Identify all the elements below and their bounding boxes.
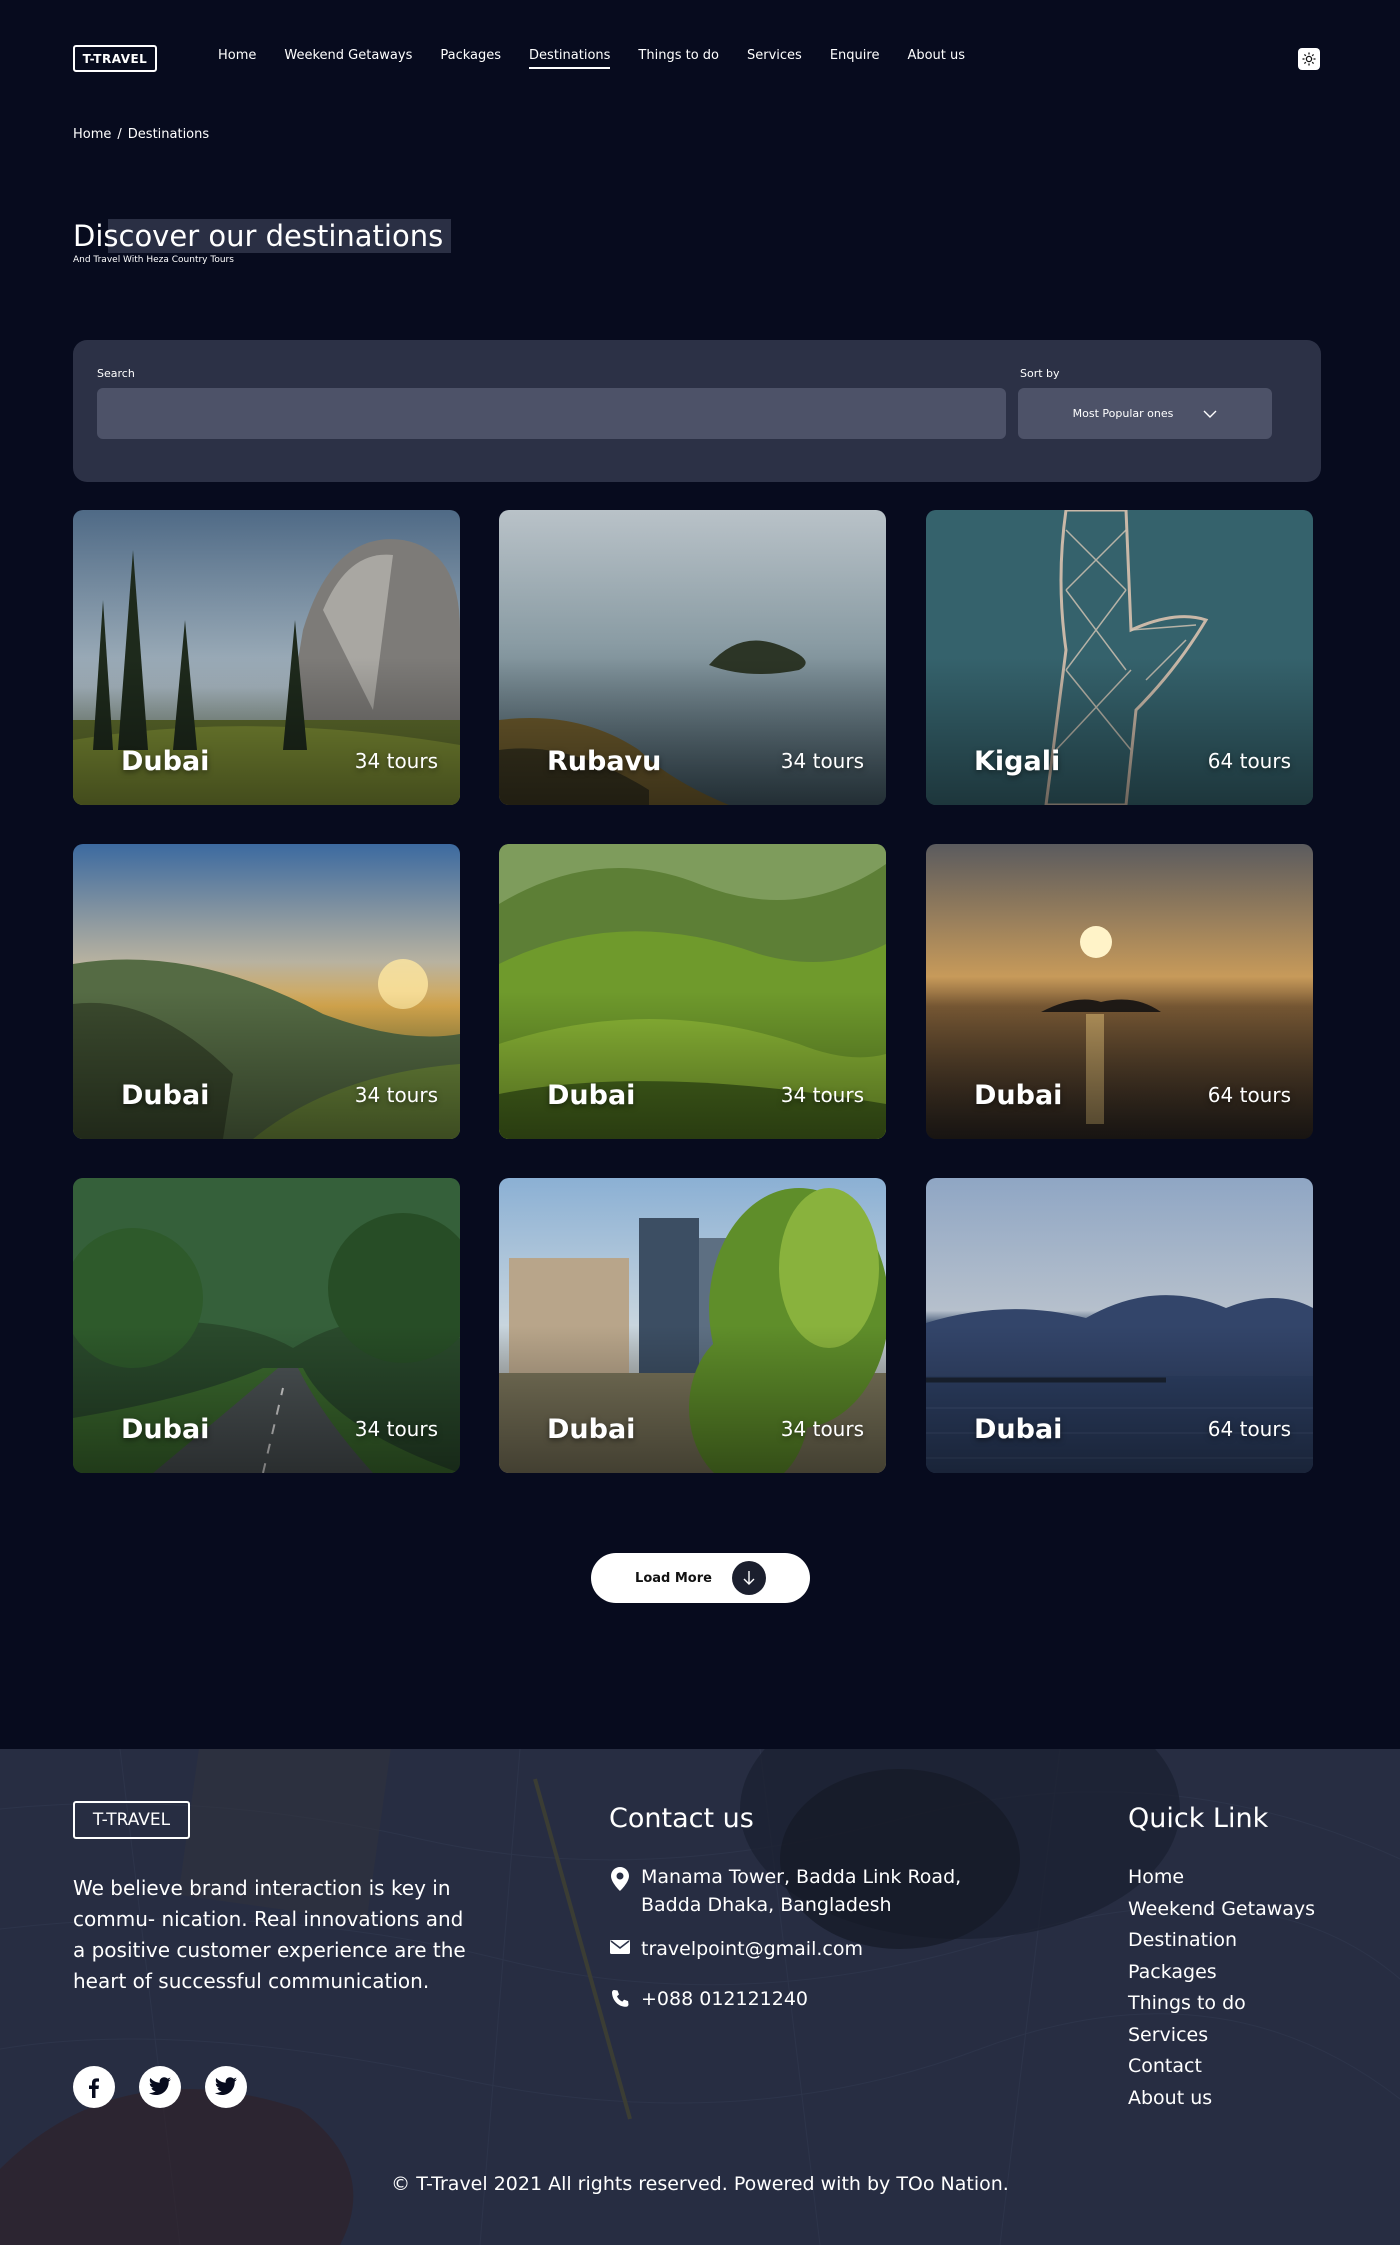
sort-label: Sort by — [1020, 367, 1060, 380]
nav-weekend-getaways[interactable]: Weekend Getaways — [284, 48, 412, 69]
chevron-down-icon — [1203, 410, 1217, 418]
facebook-icon[interactable] — [73, 2066, 115, 2108]
nav-home[interactable]: Home — [218, 48, 256, 69]
arrow-down-icon — [731, 1561, 766, 1595]
contact-address: Manama Tower, Badda Link Road, Badda Dha… — [609, 1863, 971, 1919]
destination-card[interactable]: Dubai 34 tours — [73, 844, 460, 1139]
phone-icon — [609, 1985, 631, 2013]
sort-selected-value: Most Popular ones — [1072, 407, 1174, 420]
search-panel: Search Sort by Most Popular ones — [73, 340, 1321, 482]
quick-link-services[interactable]: Services — [1128, 2020, 1315, 2052]
nav-destinations[interactable]: Destinations — [529, 48, 611, 69]
destination-card[interactable]: Dubai 34 tours — [499, 844, 886, 1139]
destination-card[interactable]: Dubai 64 tours — [926, 1178, 1313, 1473]
load-more-button[interactable]: Load More — [591, 1553, 810, 1603]
quick-link-home[interactable]: Home — [1128, 1862, 1315, 1894]
sun-icon — [1302, 52, 1316, 66]
breadcrumb-current: Destinations — [127, 127, 210, 142]
social-links — [73, 2066, 247, 2108]
nav-enquire[interactable]: Enquire — [830, 48, 880, 69]
destination-tour-count: 34 tours — [780, 749, 864, 773]
footer-logo[interactable]: T-TRAVEL — [73, 1801, 190, 1839]
quick-link-weekend-getaways[interactable]: Weekend Getaways — [1128, 1894, 1315, 1926]
quick-link-destination[interactable]: Destination — [1128, 1925, 1315, 1957]
destination-name: Dubai — [974, 1080, 1063, 1111]
destination-card[interactable]: Kigali 64 tours — [926, 510, 1313, 805]
top-navigation: T-TRAVEL Home Weekend Getaways Packages … — [0, 0, 1400, 120]
quick-links: Home Weekend Getaways Destination Packag… — [1128, 1862, 1315, 2114]
destination-name: Dubai — [547, 1080, 636, 1111]
destination-card[interactable]: Dubai 64 tours — [926, 844, 1313, 1139]
nav-services[interactable]: Services — [747, 48, 802, 69]
destination-tour-count: 34 tours — [780, 1417, 864, 1441]
destination-tour-count: 34 tours — [354, 1417, 438, 1441]
destination-tour-count: 34 tours — [354, 1083, 438, 1107]
twitter-icon[interactable] — [139, 2066, 181, 2108]
destination-name: Dubai — [121, 1414, 210, 1445]
search-label: Search — [97, 367, 135, 380]
quick-link-packages[interactable]: Packages — [1128, 1957, 1315, 1989]
breadcrumb-home[interactable]: Home — [73, 127, 111, 142]
destination-tour-count: 64 tours — [1207, 1417, 1291, 1441]
footer-about-text: We believe brand interaction is key in c… — [73, 1876, 466, 1993]
destination-tour-count: 34 tours — [354, 749, 438, 773]
destination-name: Dubai — [121, 746, 210, 777]
destination-name: Dubai — [121, 1080, 210, 1111]
quick-link-contact[interactable]: Contact — [1128, 2051, 1315, 2083]
page-title: Discover our destinations — [73, 219, 452, 253]
destination-name: Dubai — [547, 1414, 636, 1445]
quick-link-things-to-do[interactable]: Things to do — [1128, 1988, 1315, 2020]
contact-email[interactable]: travelpoint@gmail.com — [609, 1935, 863, 1963]
destination-card[interactable]: Dubai 34 tours — [499, 1178, 886, 1473]
nav-about-us[interactable]: About us — [907, 48, 965, 69]
sort-select[interactable]: Most Popular ones — [1018, 388, 1272, 439]
logo[interactable]: T-TRAVEL — [73, 45, 157, 72]
destination-card[interactable]: Rubavu 34 tours — [499, 510, 886, 805]
main-menu: Home Weekend Getaways Packages Destinati… — [218, 48, 993, 69]
quick-link-heading: Quick Link — [1128, 1803, 1269, 1834]
location-pin-icon — [609, 1863, 631, 1919]
copyright-text: © T-Travel 2021 All rights reserved. Pow… — [391, 2173, 1009, 2195]
load-more-label: Load More — [635, 1570, 712, 1586]
breadcrumb: Home / Destinations — [73, 127, 209, 142]
phone-text: +088 012121240 — [641, 1988, 809, 2010]
page-subtitle: And Travel With Heza Country Tours — [73, 255, 234, 265]
mail-icon — [609, 1935, 631, 1963]
destination-card[interactable]: Dubai 34 tours — [73, 510, 460, 805]
search-input[interactable] — [97, 388, 1006, 439]
destination-tour-count: 34 tours — [780, 1083, 864, 1107]
breadcrumb-separator: / — [117, 127, 122, 142]
destination-name: Rubavu — [547, 746, 662, 777]
destination-tour-count: 64 tours — [1207, 749, 1291, 773]
hero: Discover our destinations And Travel Wit… — [73, 219, 452, 265]
address-text: Manama Tower, Badda Link Road, Badda Dha… — [641, 1866, 962, 1916]
destination-tour-count: 64 tours — [1207, 1083, 1291, 1107]
quick-link-about-us[interactable]: About us — [1128, 2083, 1315, 2115]
destination-name: Dubai — [974, 1414, 1063, 1445]
contact-phone[interactable]: +088 012121240 — [609, 1985, 808, 2013]
nav-packages[interactable]: Packages — [440, 48, 501, 69]
footer: T-TRAVEL We believe brand interaction is… — [0, 1749, 1400, 2245]
email-text: travelpoint@gmail.com — [641, 1938, 863, 1960]
destination-name: Kigali — [974, 746, 1061, 777]
twitter-icon[interactable] — [205, 2066, 247, 2108]
destination-card[interactable]: Dubai 34 tours — [73, 1178, 460, 1473]
contact-heading: Contact us — [609, 1803, 754, 1834]
nav-things-to-do[interactable]: Things to do — [638, 48, 719, 69]
theme-toggle-button[interactable] — [1298, 48, 1320, 70]
